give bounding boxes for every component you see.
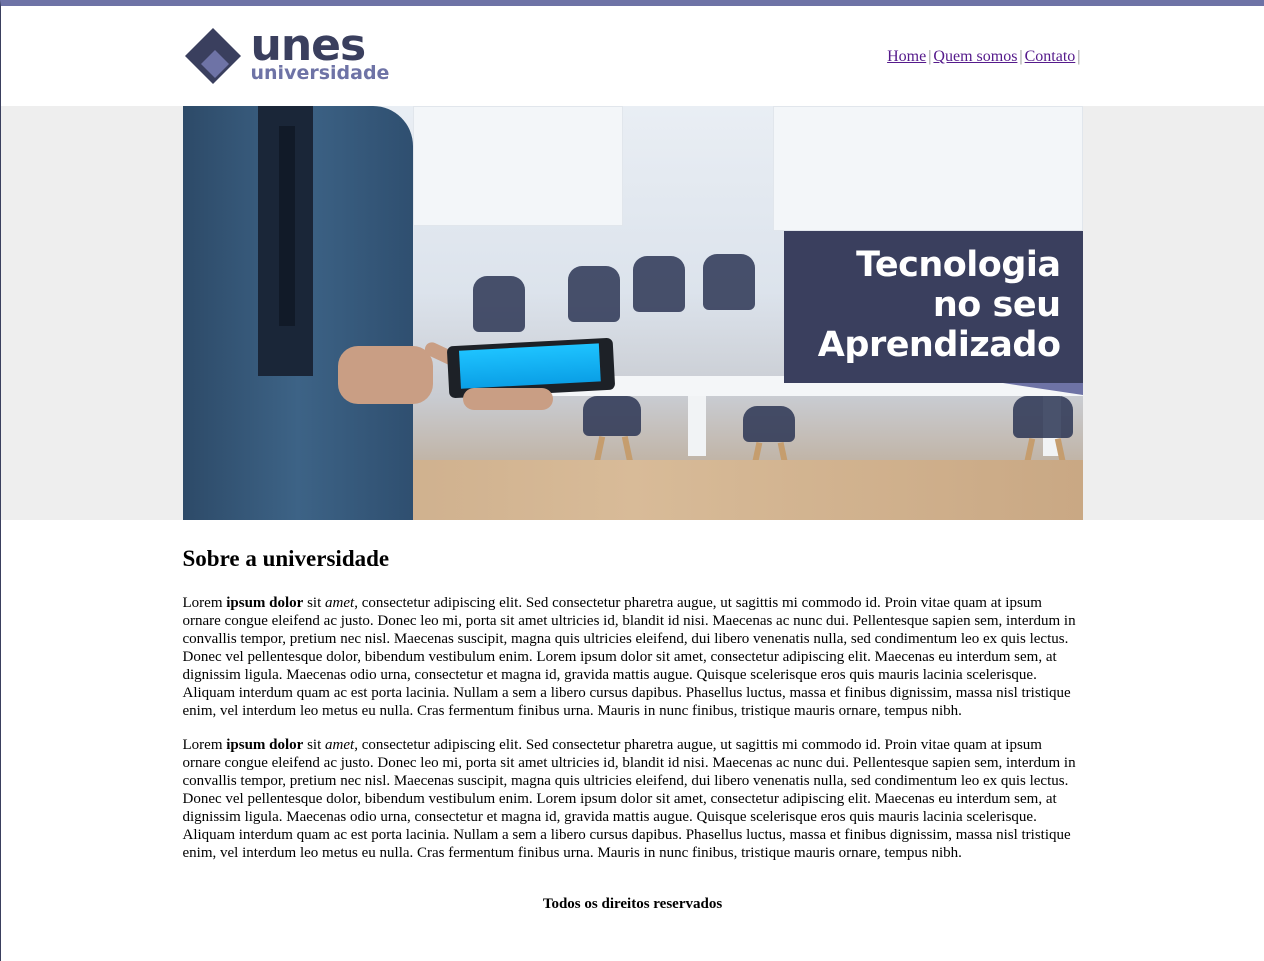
hand bbox=[462, 388, 553, 410]
italic-text: amet bbox=[325, 595, 355, 611]
tablet-screen bbox=[458, 343, 601, 389]
logo-subtitle: universidade bbox=[250, 62, 390, 84]
text-fragment: , consectetur adipiscing elit. Sed conse… bbox=[182, 595, 1076, 719]
text-fragment: Lorem bbox=[182, 737, 223, 753]
chair bbox=[582, 396, 641, 436]
wall-panel bbox=[772, 106, 1083, 231]
nav-contact-link[interactable]: Contato bbox=[1025, 48, 1076, 65]
nav-about-link[interactable]: Quem somos bbox=[933, 48, 1017, 65]
table-leg bbox=[687, 396, 706, 456]
banner-line-3: Aprendizado bbox=[817, 325, 1061, 365]
text-fragment: sit bbox=[307, 595, 322, 611]
banner-line-2: no seu bbox=[932, 285, 1061, 325]
unes-logo[interactable]: unes universidade bbox=[183, 20, 423, 90]
paragraph-1: Lorem ipsum dolor sit amet, consectetur … bbox=[183, 594, 1083, 720]
nav-separator: | bbox=[1077, 48, 1081, 65]
section-title: Sobre a universidade bbox=[182, 546, 390, 571]
banner-line-1: Tecnologia bbox=[856, 245, 1061, 285]
hand bbox=[337, 346, 433, 404]
bold-text: ipsum dolor bbox=[226, 595, 304, 611]
site-header: unes universidade Home | Quem somos | Contat… bbox=[183, 6, 1083, 106]
main-content: Sobre a universidade Lorem ipsum dolor s… bbox=[183, 520, 1083, 913]
diamond-logo-icon bbox=[184, 28, 241, 84]
text-fragment: Lorem bbox=[182, 595, 223, 611]
nav-home-link[interactable]: Home bbox=[887, 48, 926, 65]
chair bbox=[567, 266, 620, 322]
banner-headline: Tecnologia no seu Aprendizado bbox=[783, 231, 1083, 383]
nav-separator: | bbox=[1019, 48, 1023, 65]
hero-banner: Tecnologia no seu Aprendizado bbox=[182, 106, 1083, 520]
banner-accent-triangle bbox=[1002, 383, 1083, 395]
banner-band: Tecnologia no seu Aprendizado bbox=[1, 106, 1264, 520]
chair bbox=[632, 256, 685, 312]
chair bbox=[742, 406, 795, 442]
top-nav: Home | Quem somos | Contato | bbox=[887, 48, 1082, 66]
paragraph-2: Lorem ipsum dolor sit amet, consectetur … bbox=[183, 736, 1083, 862]
bold-text: ipsum dolor bbox=[226, 737, 304, 753]
footer-copyright: Todos os direitos reservados bbox=[542, 896, 723, 912]
text-fragment: , consectetur adipiscing elit. Sed conse… bbox=[182, 737, 1076, 861]
tie bbox=[278, 126, 295, 326]
businessman-photo bbox=[182, 106, 615, 520]
italic-text: amet bbox=[325, 737, 355, 753]
nav-separator: | bbox=[928, 48, 932, 65]
chair bbox=[702, 254, 755, 310]
chair bbox=[1012, 396, 1073, 438]
text-fragment: sit bbox=[307, 737, 322, 753]
